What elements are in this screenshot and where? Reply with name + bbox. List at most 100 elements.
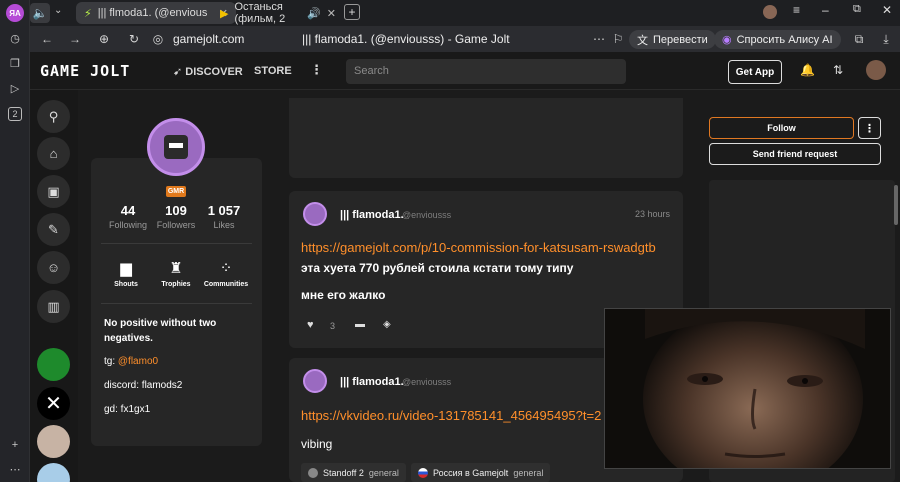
community-avatar[interactable] (37, 463, 70, 482)
sticker-icon[interactable]: ◈ (383, 319, 391, 330)
search-input[interactable]: Search (346, 59, 626, 84)
translate-label: Перевести (653, 33, 708, 46)
post-author-handle[interactable]: @enviousss (402, 377, 451, 387)
x-community-icon[interactable]: ✕ (37, 387, 70, 420)
user-avatar[interactable] (866, 60, 886, 80)
store-icon[interactable]: ⌂ (37, 137, 70, 170)
post-link[interactable]: https://gamejolt.com/p/10-commission-for… (301, 240, 656, 255)
alice-icon: ◉ (722, 34, 732, 46)
collections-icon[interactable]: ❐ (6, 54, 24, 72)
forward-icon[interactable]: → (67, 31, 83, 47)
tag-name: Standoff 2 (323, 467, 364, 478)
site-info-icon[interactable]: ◎ (150, 31, 166, 47)
russia-flag-icon (418, 467, 428, 478)
tab-film[interactable]: ▶ Останься (фильм, 2 🔊 ✕ (212, 1, 344, 25)
address-bar-row: ← → ⊕ ↻ ◎ gamejolt.com ||| flamoda1. (@e… (30, 26, 900, 52)
bio-tg: tg: @flamo0 (104, 356, 158, 367)
rocket-icon: ➹ (173, 66, 183, 78)
minimize-icon[interactable]: – (822, 3, 829, 17)
shortcut-label: Shouts (114, 281, 138, 288)
close-icon[interactable]: ✕ (327, 7, 336, 20)
audio-icon: 🔊 (307, 7, 321, 20)
scrollbar[interactable] (894, 185, 898, 225)
new-tab-icon[interactable]: + (344, 4, 360, 20)
trophies-shortcut[interactable]: ♜ Trophies (152, 258, 200, 288)
jolt-home-icon[interactable]: ⚲ (37, 100, 70, 133)
protect-icon[interactable]: ⊕ (96, 31, 112, 47)
post-author-handle[interactable]: @enviousss (402, 210, 451, 220)
browser-sidebar: ЯА ◷ ❐ ▷ 2 + ⋯ (0, 0, 30, 482)
shortcut-label: Communities (203, 281, 249, 288)
bell-icon[interactable]: 🔔 (800, 63, 815, 77)
stat-label: Likes (213, 220, 235, 230)
gamejolt-logo[interactable]: GAME JOLT (40, 62, 130, 80)
tabs-count-icon[interactable]: 2 (8, 107, 22, 121)
post-author-name[interactable]: ||| flamoda1. (340, 209, 404, 221)
close-window-icon[interactable]: ✕ (882, 3, 892, 17)
bio-tg-label: tg: (104, 356, 118, 367)
tag-channel: general (368, 467, 399, 478)
backpack-icon[interactable]: ▣ (37, 175, 70, 208)
profile-avatar[interactable] (147, 118, 205, 176)
gamejolt-sidebar: ⚲ ⌂ ▣ ✎ ☺ ▥ ✕ (30, 90, 78, 482)
download-icon[interactable]: ⤓ (878, 31, 894, 47)
comment-icon[interactable]: ▬ (355, 319, 365, 330)
alice-button[interactable]: ◉ Спросить Алису AI (714, 30, 841, 49)
community-avatar[interactable] (37, 348, 70, 381)
profile-badge: GMR (166, 186, 186, 197)
tg-link[interactable]: @flamo0 (118, 356, 158, 367)
discover-label: DISCOVER (185, 66, 243, 78)
stat-likes[interactable]: 1 057 Likes (194, 203, 254, 230)
bio-gd: gd: fx1gx1 (104, 404, 151, 415)
more-dots-icon[interactable]: ⋯ (591, 31, 607, 47)
page-title: ||| flamoda1. (@enviousss) - Game Jolt (302, 32, 510, 46)
more-icon[interactable]: ⋯ (6, 460, 24, 478)
discover-link[interactable]: ➹ DISCOVER (173, 65, 243, 78)
chat-icon[interactable]: ☺ (37, 251, 70, 284)
trophy-icon: ♜ (169, 260, 183, 277)
translate-button[interactable]: 文 Перевести (629, 30, 716, 49)
post-link[interactable]: https://vkvideo.ru/video-131785141_45649… (301, 408, 601, 423)
add-icon[interactable]: + (6, 436, 24, 454)
extensions-icon[interactable]: ⧉ (851, 31, 867, 47)
follow-button[interactable]: Follow (709, 117, 854, 139)
history-icon[interactable]: ◷ (6, 29, 24, 47)
divider (101, 243, 252, 244)
back-icon[interactable]: ← (39, 31, 55, 47)
bio-discord: discord: flamods2 (104, 380, 183, 391)
bookmark-icon[interactable]: ⚐ (610, 31, 626, 47)
speaker-icon[interactable]: 🔈 (30, 3, 50, 23)
pip-video[interactable] (604, 308, 891, 469)
more-options-button[interactable]: ⋮ (858, 117, 881, 139)
media-icon[interactable]: ▷ (6, 79, 24, 97)
library-icon[interactable]: ▥ (37, 290, 70, 323)
community-avatar[interactable] (37, 425, 70, 458)
browser-profile-icon[interactable]: ЯА (6, 4, 24, 22)
url-text[interactable]: gamejolt.com (173, 32, 244, 46)
reload-icon[interactable]: ↻ (126, 31, 142, 47)
get-app-button[interactable]: Get App (728, 60, 782, 84)
community-icon (308, 467, 318, 478)
shouts-shortcut[interactable]: ▆ Shouts (102, 258, 150, 288)
nav-more-icon[interactable]: ⋮ (310, 62, 323, 78)
communities-shortcut[interactable]: ⁘ Communities (202, 258, 250, 288)
restore-icon[interactable]: ⧉ (853, 3, 861, 16)
post-author-avatar[interactable] (303, 369, 327, 393)
community-tag[interactable]: Standoff 2 general (301, 463, 406, 482)
stat-number: 1 057 (207, 203, 241, 218)
store-link[interactable]: STORE (254, 65, 292, 77)
like-icon[interactable]: ♥ (307, 319, 314, 331)
avatar-character-icon (164, 135, 188, 159)
friends-icon[interactable]: ⇅ (833, 63, 843, 77)
bio-line: negatives. (104, 333, 153, 344)
account-avatar[interactable] (763, 5, 777, 19)
bio-line: No positive without two (104, 318, 217, 329)
quests-icon[interactable]: ✎ (37, 213, 70, 246)
post-author-name[interactable]: ||| flamoda1. (340, 376, 404, 388)
profile-card (91, 158, 262, 446)
tab-list-icon[interactable]: ⌄ (54, 5, 62, 16)
community-tag[interactable]: Россия в Gamejolt general (411, 463, 551, 482)
menu-icon[interactable]: ≡ (793, 3, 800, 17)
post-author-avatar[interactable] (303, 202, 327, 226)
send-friend-request-button[interactable]: Send friend request (709, 143, 881, 165)
